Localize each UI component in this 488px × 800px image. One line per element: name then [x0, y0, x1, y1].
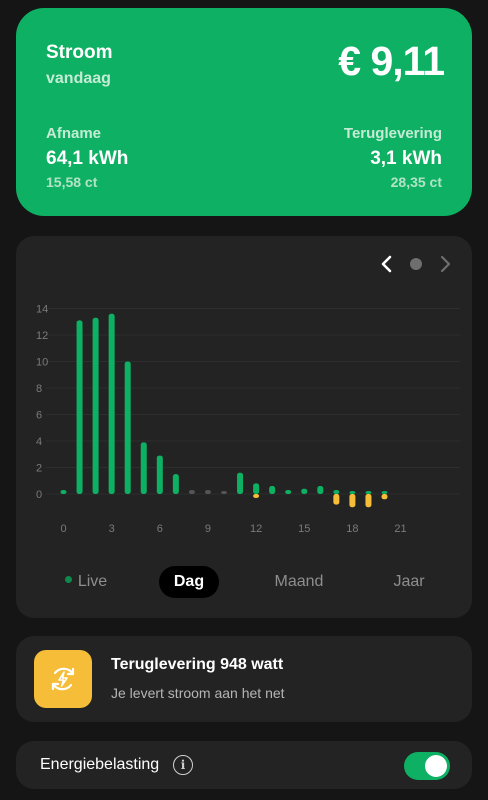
toggle-knob [425, 755, 447, 777]
tab-dag[interactable]: Dag [159, 566, 219, 598]
chart-bar [172, 474, 179, 494]
x-tick-label: 3 [109, 523, 115, 535]
summary-total-cost: € 9,11 [338, 38, 445, 84]
summary-period: vandaag [46, 70, 111, 87]
summary-title: Stroom [46, 42, 113, 63]
solar-power-icon [34, 650, 92, 708]
y-tick-label: 4 [36, 436, 42, 448]
chart-bar [333, 490, 340, 494]
chart-bar [381, 494, 388, 500]
chart-bar [108, 313, 115, 494]
y-tick-label: 14 [36, 304, 48, 316]
chart-bar [221, 491, 227, 494]
x-tick-label: 9 [205, 523, 211, 535]
chart-bar [140, 442, 147, 494]
chart-bar [204, 490, 211, 494]
chart-bar [365, 491, 372, 494]
y-tick-label: 8 [36, 383, 42, 395]
teruglevering-value: 3,1 kWh [370, 148, 442, 169]
chart-bar [253, 494, 260, 498]
y-tick-label: 0 [36, 489, 42, 501]
chart-bar [317, 486, 324, 494]
x-tick-label: 6 [157, 523, 163, 535]
chart-bar [124, 361, 131, 494]
chart-bar [253, 483, 260, 494]
x-tick-label: 15 [298, 523, 310, 535]
live-dot-icon [64, 576, 72, 584]
chart-pager [376, 254, 456, 274]
chart-bar [237, 472, 244, 494]
chevron-right-icon[interactable] [436, 254, 456, 274]
chart-bar [76, 320, 83, 494]
chart-bar [349, 491, 356, 494]
energy-tax-toggle[interactable] [404, 752, 450, 780]
chart-bar [381, 491, 388, 494]
chart-bar [349, 494, 356, 508]
page-indicator-dot [410, 258, 422, 270]
teruglevering-price: 28,35 ct [390, 174, 442, 190]
tab-jaar[interactable]: Jaar [379, 566, 439, 598]
feed-in-card[interactable]: Teruglevering 948 watt Je levert stroom … [16, 636, 472, 722]
chevron-left-icon[interactable] [376, 254, 396, 274]
electricity-summary-card[interactable]: Stroom vandaag € 9,11 Afname 64,1 kWh 15… [16, 8, 472, 216]
x-tick-label: 12 [250, 523, 262, 535]
y-tick-label: 12 [36, 330, 48, 342]
y-tick-label: 6 [36, 410, 42, 422]
usage-chart-card: 0 2 4 6 8 10 12 14 0 3 6 9 12 15 18 21 Live Dag Maand J… [16, 236, 472, 618]
x-tick-label: 0 [60, 523, 66, 535]
chart-bar [365, 494, 372, 508]
feed-in-description: Je levert stroom aan het net [111, 685, 285, 701]
afname-value: 64,1 kWh [46, 148, 129, 169]
x-tick-label: 18 [346, 523, 358, 535]
chart-bar [188, 490, 195, 494]
tab-live-label: Live [77, 573, 108, 590]
chart-bar [333, 494, 340, 505]
afname-label: Afname [46, 125, 102, 142]
y-tick-label: 2 [36, 463, 42, 475]
chart-bar [92, 317, 99, 494]
info-icon[interactable]: i [173, 755, 193, 775]
chart-bar [301, 488, 308, 494]
usage-bar-chart: 0 2 4 6 8 10 12 14 0 3 6 9 12 15 18 21 [36, 304, 460, 535]
tab-live[interactable]: Live [46, 566, 126, 598]
chart-bar [156, 455, 163, 494]
feed-in-title: Teruglevering 948 watt [111, 656, 284, 673]
afname-price: 15,58 ct [46, 174, 98, 190]
chart-bar [269, 486, 276, 494]
chart-bar [60, 490, 67, 494]
chart-bar [285, 490, 292, 494]
teruglevering-label: Teruglevering [343, 125, 442, 142]
energy-tax-card: Energiebelasting i [16, 741, 472, 789]
x-tick-label: 21 [394, 523, 406, 535]
y-tick-label: 10 [36, 357, 48, 369]
tab-maand[interactable]: Maand [259, 566, 339, 598]
energy-tax-label: Energiebelasting [40, 756, 160, 773]
period-tabs: Live Dag Maand Jaar [16, 566, 472, 598]
